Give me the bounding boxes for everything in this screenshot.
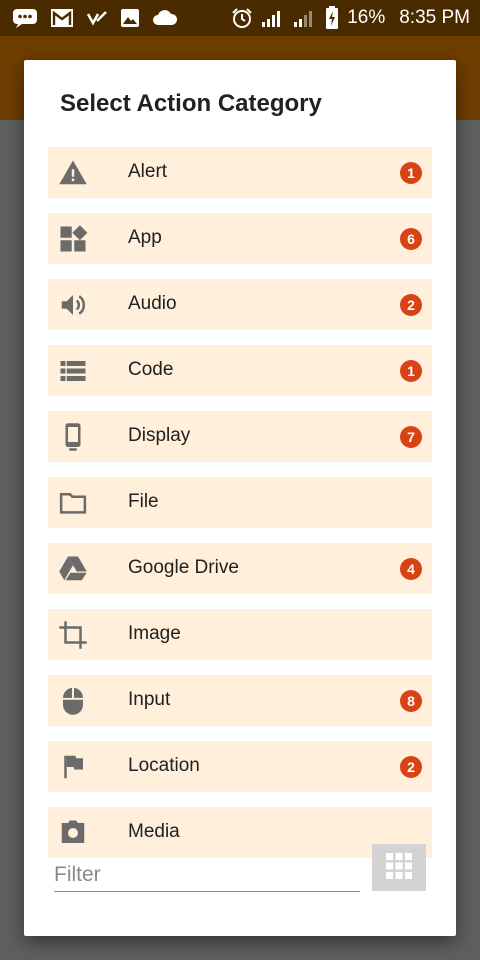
category-item-code[interactable]: Code 1 — [48, 345, 432, 396]
check-icon — [86, 9, 108, 27]
gmail-icon — [50, 8, 74, 28]
category-label: Image — [128, 623, 181, 644]
clock: 8:35 PM — [399, 7, 470, 28]
category-item-input[interactable]: Input 8 — [48, 675, 432, 726]
warning-icon — [58, 158, 88, 188]
flag-icon — [58, 752, 88, 782]
category-item-alert[interactable]: Alert 1 — [48, 147, 432, 198]
category-label: Code — [128, 359, 174, 380]
category-item-app[interactable]: App 6 — [48, 213, 432, 264]
signal-icon — [261, 8, 285, 28]
volume-icon — [58, 290, 88, 320]
category-label: Google Drive — [128, 557, 239, 578]
category-label: Alert — [128, 161, 168, 182]
crop-icon — [58, 620, 88, 650]
category-item-google-drive[interactable]: Google Drive 4 — [48, 543, 432, 594]
signal-icon — [293, 8, 317, 28]
count-badge: 7 — [400, 426, 422, 448]
category-label: Audio — [128, 293, 177, 314]
category-item-location[interactable]: Location 2 — [48, 741, 432, 792]
battery-charging-icon — [325, 6, 339, 30]
count-badge: 2 — [400, 756, 422, 778]
count-badge: 2 — [400, 294, 422, 316]
count-badge: 4 — [400, 558, 422, 580]
category-item-audio[interactable]: Audio 2 — [48, 279, 432, 330]
camera-icon — [58, 818, 88, 848]
category-label: Media — [128, 821, 180, 842]
notification-icons — [12, 7, 178, 29]
system-icons: 16% 8:35 PM — [231, 6, 470, 30]
category-label: App — [128, 227, 162, 248]
category-label: Location — [128, 755, 200, 776]
grid-view-button[interactable] — [372, 844, 426, 891]
category-item-display[interactable]: Display 7 — [48, 411, 432, 462]
count-badge: 8 — [400, 690, 422, 712]
google-drive-icon — [58, 554, 88, 584]
mouse-icon — [58, 686, 88, 716]
list-icon — [58, 356, 88, 386]
dialog-title: Select Action Category — [60, 90, 322, 117]
grid-icon — [384, 851, 414, 884]
category-item-image[interactable]: Image — [48, 609, 432, 660]
battery-percent: 16% — [347, 7, 386, 28]
cloud-icon — [152, 9, 178, 27]
count-badge: 1 — [400, 360, 422, 382]
category-item-file[interactable]: File — [48, 477, 432, 528]
apps-icon — [58, 224, 88, 254]
phone-icon — [58, 422, 88, 452]
filter-input[interactable] — [54, 858, 360, 892]
count-badge: 1 — [400, 162, 422, 184]
category-list[interactable]: Alert 1 App 6 Audio 2 Code 1 Display 7 F… — [48, 147, 432, 888]
category-label: Input — [128, 689, 171, 710]
chat-icon — [12, 7, 38, 29]
category-label: Display — [128, 425, 191, 446]
alarm-icon — [231, 7, 253, 29]
status-bar: 16% 8:35 PM — [0, 0, 480, 36]
folder-icon — [58, 488, 88, 518]
select-action-category-dialog: Select Action Category Alert 1 App 6 Aud… — [24, 60, 456, 936]
count-badge: 6 — [400, 228, 422, 250]
category-label: File — [128, 491, 159, 512]
image-icon — [120, 8, 140, 28]
